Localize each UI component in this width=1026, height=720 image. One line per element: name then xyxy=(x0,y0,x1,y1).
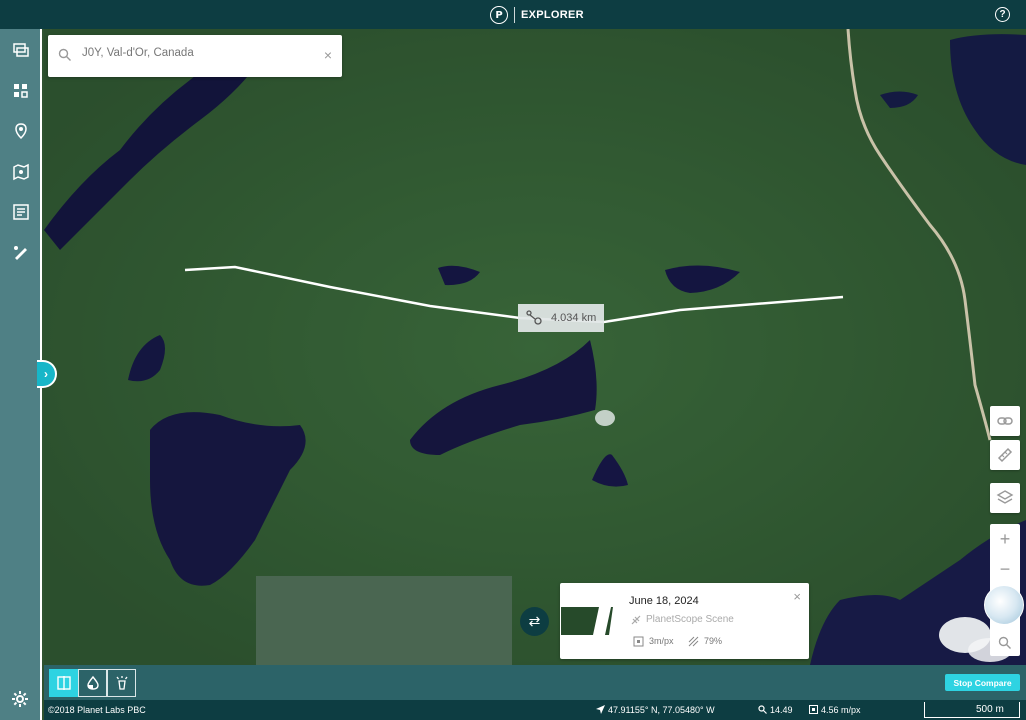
scene-card: June 18, 2024 PlanetScope Scene 3m/px 79… xyxy=(560,583,809,659)
cloud-cover-icon xyxy=(688,636,699,647)
close-card-icon[interactable]: × xyxy=(793,589,801,604)
status-footer: ©2018 Planet Labs PBC 47.91155° N, 77.05… xyxy=(44,700,1026,720)
brand-divider xyxy=(514,7,515,23)
copyright: ©2018 Planet Labs PBC xyxy=(48,705,146,715)
cursor-coordinates: 47.91155° N, 77.05480° W xyxy=(608,705,715,715)
zoom-level-icon xyxy=(758,705,767,714)
map-icon[interactable] xyxy=(11,162,31,182)
settings-icon[interactable] xyxy=(11,690,29,713)
ruler-icon xyxy=(997,447,1013,463)
basemap-layers-button[interactable] xyxy=(990,483,1020,513)
share-link-button[interactable] xyxy=(990,406,1020,436)
bottom-toolbar xyxy=(44,665,1026,700)
scene-cloud-cover: 79% xyxy=(704,636,723,646)
distance-label: 4.034 km xyxy=(518,304,604,332)
clear-search-icon[interactable]: × xyxy=(324,48,332,62)
compare-split-button[interactable] xyxy=(49,669,78,697)
map-imagery xyxy=(44,29,1026,665)
globe-view-icon[interactable] xyxy=(984,585,1024,625)
planet-logo-icon: P xyxy=(490,6,508,24)
app-title: EXPLORER xyxy=(521,9,584,21)
stop-compare-button[interactable]: Stop Compare xyxy=(945,674,1020,691)
zoom-out-button[interactable]: − xyxy=(990,554,1020,584)
zoom-in-button[interactable]: + xyxy=(990,524,1020,554)
stack-icon xyxy=(996,490,1014,504)
scene-resolution: 3m/px xyxy=(649,636,674,646)
droplet-icon xyxy=(86,675,99,690)
zoom-level: 14.49 xyxy=(770,705,793,715)
gsd-icon xyxy=(809,705,818,714)
satellite-map[interactable] xyxy=(44,29,1026,665)
color-adjust-button[interactable] xyxy=(78,669,107,697)
link-icon xyxy=(997,417,1013,425)
top-bar: P EXPLORER ? xyxy=(0,0,1026,29)
sidebar xyxy=(0,29,42,720)
scene-thumbnail[interactable] xyxy=(561,607,624,635)
swap-compare-button[interactable]: ⇄ xyxy=(520,607,549,636)
split-view-icon xyxy=(56,676,71,690)
ruler-path-icon xyxy=(526,310,542,325)
layers-icon[interactable] xyxy=(11,40,31,60)
scale-bar xyxy=(924,702,1020,718)
scale-label: 500 m xyxy=(976,704,1004,715)
zoom-search-button[interactable] xyxy=(990,628,1020,658)
satellite-icon xyxy=(631,615,641,625)
brand[interactable]: P EXPLORER xyxy=(490,5,584,25)
search-input[interactable] xyxy=(82,47,312,59)
scene-date: June 18, 2024 xyxy=(629,595,699,607)
flashlight-icon xyxy=(115,676,128,690)
draw-icon[interactable] xyxy=(11,242,31,262)
search-icon xyxy=(58,48,71,61)
resolution-icon xyxy=(633,636,644,647)
mosaic-grid-icon[interactable] xyxy=(11,81,31,101)
spotlight-button[interactable] xyxy=(107,669,136,697)
scene-type: PlanetScope Scene xyxy=(646,614,734,625)
measure-button[interactable] xyxy=(990,440,1020,470)
ground-sample-distance: 4.56 m/px xyxy=(821,705,861,715)
help-icon[interactable]: ? xyxy=(995,7,1010,22)
article-icon[interactable] xyxy=(11,202,31,222)
distance-value: 4.034 km xyxy=(551,312,597,324)
pin-icon[interactable] xyxy=(11,121,31,141)
search-box: × xyxy=(48,35,342,77)
cursor-arrow-icon xyxy=(596,705,605,714)
magnifier-icon xyxy=(998,636,1011,649)
